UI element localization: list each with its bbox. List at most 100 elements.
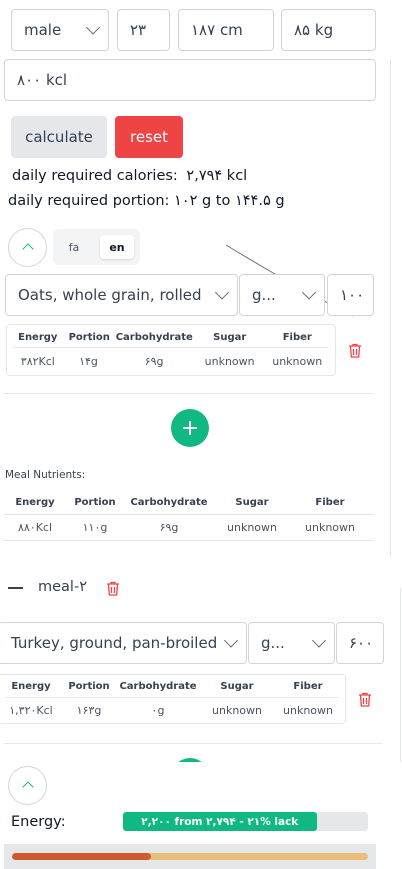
add-food-button[interactable]: [171, 409, 209, 447]
cell-energy: ۱,۳۲۰Kcl: [9, 703, 53, 717]
section-divider: [4, 743, 382, 744]
weight-value: ۸۵ kg: [294, 21, 334, 39]
unit-select-meal2[interactable]: g...: [248, 622, 335, 664]
language-toggle: fa en: [53, 229, 140, 265]
height-input[interactable]: ۱۸۷ cm: [178, 9, 274, 51]
header-carbohydrate: Carbohydrate: [130, 496, 208, 508]
summary-panel: Energy: ۲,۲۰۰ from ۲,۷۹۴ - ۲۱% lack: [0, 762, 402, 869]
header-carbohydrate: Carbohydrate: [115, 331, 193, 343]
calculate-button[interactable]: calculate: [11, 116, 107, 158]
cell-energy: ۸۸۰Kcl: [17, 520, 53, 534]
portion-result: daily required portion: ۱۰۲ g to ۱۴۴.۵ g: [8, 193, 285, 209]
chevron-up-icon: [22, 243, 34, 255]
summary-collapse-button[interactable]: [8, 766, 47, 805]
divider: [4, 540, 374, 541]
section-divider: [4, 393, 374, 394]
divider: [4, 514, 374, 515]
header-fiber: Fiber: [315, 496, 345, 508]
collapse-button[interactable]: [8, 228, 47, 267]
table-row: ۸۸۰Kcl ۱۱۰g ۶۹g unknown unknown: [4, 519, 374, 535]
portion-result-value: ۱۰۲ g to ۱۴۴.۵ g: [174, 193, 285, 209]
amount-value-meal2: ۶۰۰: [349, 634, 374, 652]
delete-food-meal2-trash-icon[interactable]: [358, 692, 372, 707]
table-row: ۳۸۲Kcl ۱۴g ۶۹g unknown unknown: [7, 353, 335, 369]
header-sugar: Sugar: [235, 496, 269, 508]
cell-carbohydrate: ۰g: [151, 703, 165, 717]
calories-input[interactable]: ۸۰۰ kcl: [4, 59, 376, 101]
macro-bar-fill: [12, 853, 151, 860]
header-fiber: Fiber: [282, 331, 312, 343]
portion-result-label: daily required portion:: [8, 193, 170, 209]
card-edge: [390, 60, 391, 557]
unit-value-meal1: g...: [252, 286, 276, 304]
cell-fiber: unknown: [272, 354, 323, 368]
table-header-row: Energy Portion Carbohydrate Sugar Fiber: [7, 330, 335, 344]
header-energy: Energy: [11, 680, 51, 692]
height-value: ۱۸۷ cm: [191, 21, 243, 39]
header-sugar: Sugar: [220, 680, 254, 692]
cell-sugar: unknown: [212, 703, 262, 717]
chevron-down-icon: [214, 285, 230, 300]
table-header-row: Energy Portion Carbohydrate Sugar Fiber: [0, 679, 345, 693]
divider: [5, 697, 339, 698]
header-energy: Energy: [15, 496, 55, 508]
cell-carbohydrate: ۶۹g: [144, 354, 164, 368]
delete-food-meal1-trash-icon[interactable]: [348, 343, 362, 358]
header-fiber: Fiber: [293, 680, 323, 692]
meal-nutrients-table: Energy Portion Carbohydrate Sugar Fiber …: [4, 490, 374, 541]
chevron-up-icon: [22, 781, 34, 793]
header-portion: Portion: [68, 331, 110, 343]
unit-value-meal2: g...: [261, 634, 285, 652]
calories-input-value: ۸۰۰ kcl: [17, 71, 68, 89]
energy-label: Energy:: [11, 814, 66, 830]
cell-energy: ۳۸۲Kcl: [20, 354, 55, 368]
cell-sugar: unknown: [227, 520, 277, 534]
lang-en-tab[interactable]: en: [100, 235, 134, 259]
unit-select-meal1[interactable]: g...: [239, 274, 325, 316]
chevron-down-icon: [85, 20, 101, 35]
macro-bar-track: [12, 853, 368, 860]
lang-en-label: en: [109, 240, 125, 254]
cell-fiber: unknown: [305, 520, 355, 534]
cell-portion: ۱۴g: [79, 354, 98, 368]
chevron-down-icon: [311, 633, 327, 648]
calories-result-label: daily required calories:: [12, 168, 178, 184]
meal-nutrients-label: Meal Nutrients:: [5, 469, 86, 481]
cell-fiber: unknown: [283, 703, 333, 717]
weight-input[interactable]: ۸۵ kg: [281, 9, 376, 51]
age-input[interactable]: ۲۳: [117, 9, 170, 51]
table-header-row: Energy Portion Carbohydrate Sugar Fiber: [4, 495, 374, 509]
energy-progress-bar: ۲,۲۰۰ from ۲,۷۹۴ - ۲۱% lack: [123, 812, 368, 831]
energy-progress-text: ۲,۲۰۰ from ۲,۷۹۴ - ۲۱% lack: [141, 815, 299, 828]
cell-portion: ۱۱۰g: [82, 520, 108, 534]
table-row: ۱,۳۲۰Kcl ۱۶۳g ۰g unknown unknown: [0, 702, 345, 718]
amount-input-meal2[interactable]: ۶۰۰: [336, 622, 384, 664]
lang-fa-tab[interactable]: fa: [59, 235, 89, 259]
calories-result-value: ۲,۷۹۴ kcl: [186, 168, 248, 184]
macro-panel: [4, 844, 376, 869]
divider: [13, 347, 329, 348]
reset-button[interactable]: reset: [115, 116, 183, 158]
chevron-down-icon: [223, 633, 239, 648]
amount-value-meal1: ۱۰۰: [340, 286, 365, 304]
food-select-meal1[interactable]: Oats, whole grain, rolled: [5, 274, 238, 316]
lang-fa-label: fa: [68, 240, 80, 254]
header-portion: Portion: [74, 496, 116, 508]
gender-select[interactable]: male: [11, 9, 109, 51]
cell-sugar: unknown: [204, 354, 255, 368]
food-value-meal2: Turkey, ground, pan-broiled: [11, 634, 218, 652]
cell-portion: ۱۶۳g: [76, 703, 102, 717]
meal2-title: meal-۲: [38, 579, 87, 595]
header-carbohydrate: Carbohydrate: [119, 680, 197, 692]
meal2-collapse-icon[interactable]: [8, 587, 23, 589]
food-table-meal1: Energy Portion Carbohydrate Sugar Fiber …: [6, 324, 336, 376]
header-energy: Energy: [18, 331, 58, 343]
calculate-label: calculate: [25, 128, 93, 146]
amount-input-meal1[interactable]: ۱۰۰: [327, 274, 374, 316]
food-select-meal2[interactable]: Turkey, ground, pan-broiled: [0, 622, 247, 664]
energy-progress-fill: ۲,۲۰۰ from ۲,۷۹۴ - ۲۱% lack: [123, 812, 317, 831]
header-portion: Portion: [68, 680, 110, 692]
plus-icon: [183, 421, 197, 435]
food-table-meal2: Energy Portion Carbohydrate Sugar Fiber …: [0, 674, 346, 724]
delete-meal2-trash-icon[interactable]: [106, 581, 120, 596]
